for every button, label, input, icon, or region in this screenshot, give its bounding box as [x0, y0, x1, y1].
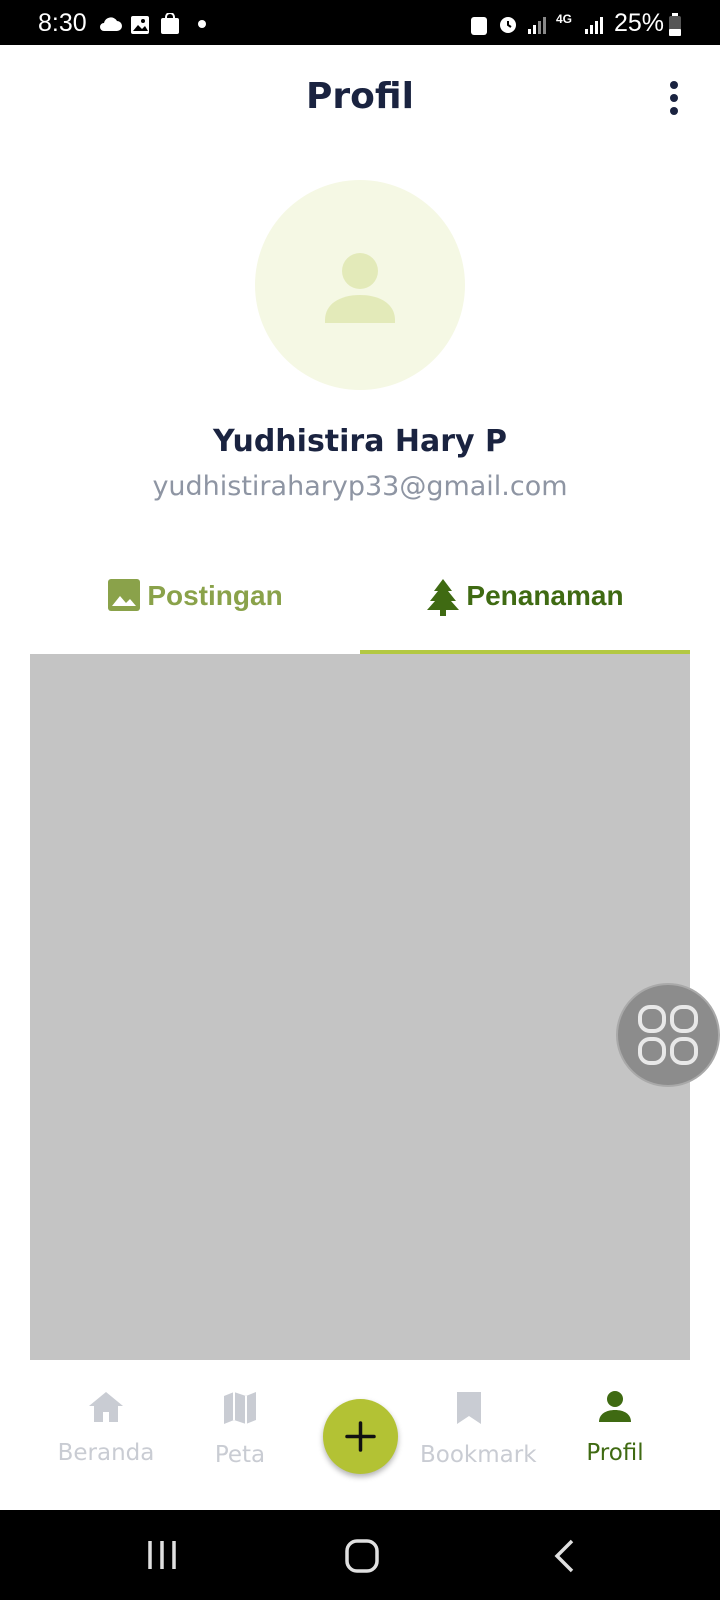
add-button[interactable] — [323, 1399, 398, 1474]
cloud-icon — [100, 17, 122, 31]
nav-label: Peta — [214, 1442, 266, 1468]
page-title: Profil — [306, 76, 414, 117]
avatar[interactable] — [255, 180, 465, 390]
status-time: 8:30 — [38, 9, 87, 37]
nav-item-beranda[interactable]: Beranda — [50, 1390, 162, 1466]
floating-menu-button[interactable] — [616, 983, 720, 1087]
map-icon — [224, 1392, 256, 1424]
status-bar: 8:30 4G 25% — [0, 0, 720, 45]
nav-label: Bookmark — [420, 1442, 537, 1468]
tab-postingan-label: Postingan — [147, 580, 283, 611]
system-nav-bar — [0, 1510, 720, 1600]
person-icon — [599, 1391, 631, 1422]
network-type: 4G — [556, 12, 573, 26]
tab-penanaman-label: Penanaman — [466, 580, 624, 611]
profile-name: Yudhistira Hary P — [212, 424, 508, 459]
nav-item-peta[interactable]: Peta — [190, 1390, 290, 1468]
home-icon — [89, 1392, 123, 1422]
nav-label: Profil — [586, 1440, 644, 1466]
nav-label: Beranda — [57, 1440, 155, 1466]
more-options-icon[interactable] — [664, 80, 684, 116]
person-placeholder-icon — [325, 253, 395, 323]
battery-percent: 25% — [614, 9, 665, 37]
battery-icon — [669, 13, 681, 36]
recent-apps-icon[interactable] — [145, 1538, 179, 1572]
back-icon[interactable] — [552, 1538, 576, 1574]
plus-icon — [345, 1421, 376, 1452]
signal-icon — [528, 17, 546, 34]
grid-icon — [638, 1005, 698, 1065]
bookmark-icon — [457, 1392, 481, 1424]
tree-icon — [427, 579, 460, 616]
content-placeholder — [30, 654, 690, 1360]
home-button-icon[interactable] — [344, 1538, 380, 1574]
tab-penanaman[interactable]: Penanaman — [360, 579, 690, 640]
tab-postingan[interactable]: Postingan — [30, 579, 360, 640]
image-icon — [108, 579, 141, 611]
signal-icon-2 — [585, 17, 603, 34]
nav-item-bookmark[interactable]: Bookmark — [420, 1390, 540, 1468]
recycle-icon — [471, 17, 487, 35]
alarm-icon — [500, 17, 516, 33]
shop-icon — [161, 13, 179, 34]
dot-icon — [198, 20, 206, 28]
nav-item-profil[interactable]: Profil — [565, 1390, 665, 1466]
gallery-icon — [131, 16, 149, 34]
profile-email: yudhistiraharyp33@gmail.com — [152, 471, 568, 502]
